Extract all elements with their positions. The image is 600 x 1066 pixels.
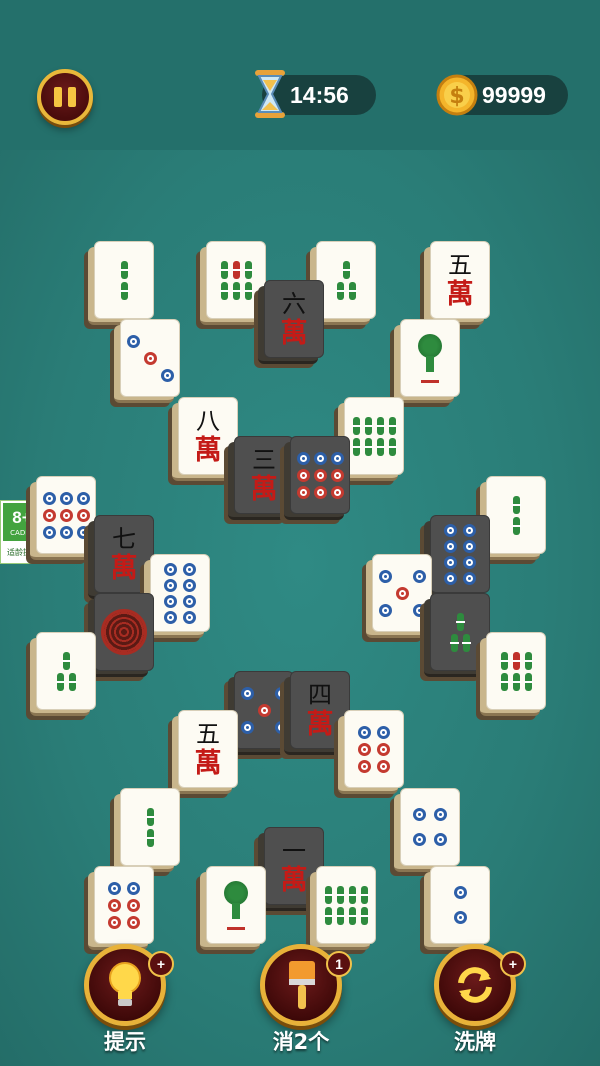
mahjong-tile[interactable]: [420, 866, 490, 954]
mahjong-tile[interactable]: [110, 319, 180, 407]
coin-count: 99999: [482, 82, 546, 108]
mahjong-tile[interactable]: [476, 476, 546, 564]
coin-icon: $: [436, 74, 478, 116]
shuffle-icon: [458, 967, 492, 1003]
remove-two-badge: 1: [326, 951, 352, 977]
pause-icon: [54, 87, 62, 107]
mahjong-tile[interactable]: [390, 319, 460, 407]
mahjong-tile-locked: [280, 436, 350, 524]
mahjong-tile[interactable]: 五萬: [420, 241, 490, 329]
timer-value: 14:56: [290, 82, 349, 108]
mahjong-tile[interactable]: [196, 866, 266, 954]
shuffle-badge: +: [500, 951, 526, 977]
bird-icon: [216, 879, 256, 931]
game-screen: 14:56 $ 99999 8+ CADPA 适龄提示 五萬 六萬 八 萬 三 …: [0, 0, 600, 1066]
svg-text:$: $: [449, 84, 464, 109]
remove-two-label: 消2个: [272, 1030, 330, 1054]
mahjong-tile[interactable]: [140, 554, 210, 642]
lightbulb-icon: [109, 962, 141, 1006]
bird-icon: [410, 332, 450, 384]
mahjong-tile[interactable]: [306, 866, 376, 954]
mahjong-tile[interactable]: [334, 710, 404, 798]
mahjong-tile[interactable]: [476, 632, 546, 720]
mahjong-tile[interactable]: [110, 788, 180, 876]
mahjong-tile[interactable]: [334, 397, 404, 485]
hourglass-icon: [255, 70, 285, 118]
pause-button[interactable]: [37, 69, 93, 125]
hint-label: 提示: [104, 1030, 146, 1054]
mahjong-tile[interactable]: [26, 632, 96, 720]
mahjong-tile[interactable]: 五萬: [168, 710, 238, 798]
brush-icon: [289, 961, 315, 1009]
hint-badge: +: [148, 951, 174, 977]
mahjong-tile-locked: [420, 515, 490, 603]
mahjong-tile[interactable]: [84, 241, 154, 329]
big-circle-icon: [101, 609, 147, 655]
mahjong-tile-locked: [84, 593, 154, 681]
mahjong-tile-locked: 六萬: [254, 280, 324, 368]
shuffle-label: 洗牌: [454, 1030, 496, 1054]
mahjong-tile[interactable]: [306, 241, 376, 329]
mahjong-tile[interactable]: [84, 866, 154, 954]
mahjong-tile[interactable]: [390, 788, 460, 876]
